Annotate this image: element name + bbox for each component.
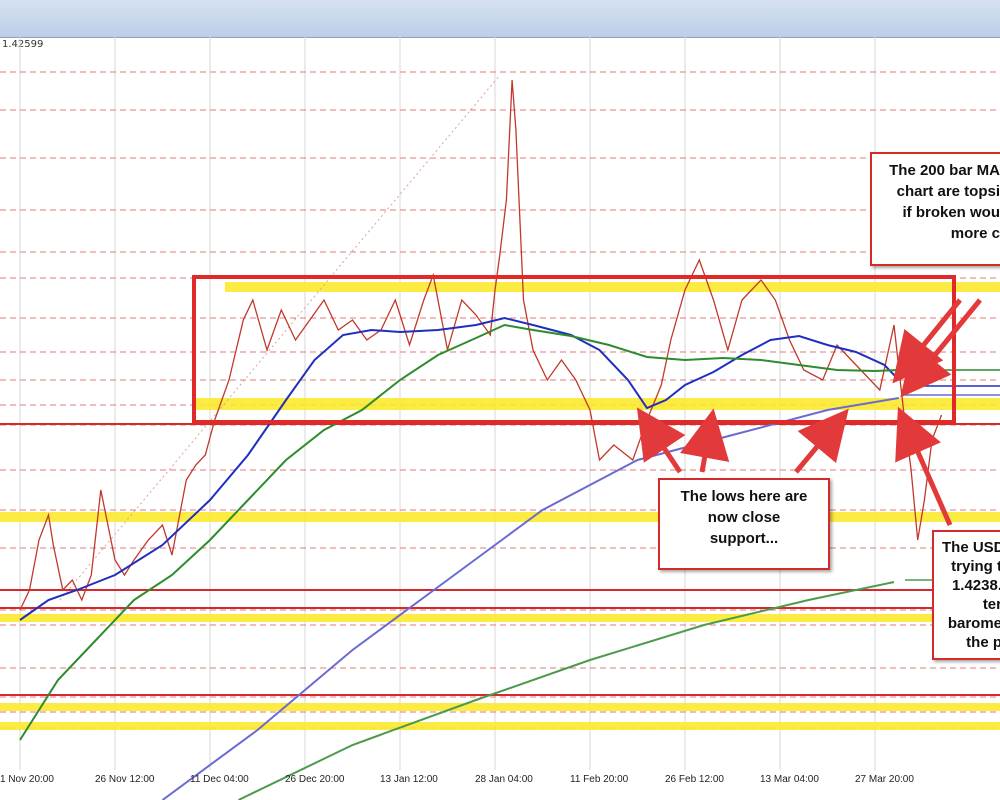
series-line [161, 397, 899, 800]
annotation-line: trying t [951, 558, 1000, 575]
x-axis-ticks: 1 Nov 20:00 26 Nov 12:00 11 Dec 04:00 26 De… [0, 774, 914, 785]
annotation-line: The USD [942, 539, 1000, 556]
support-resistance-zones [0, 74, 1000, 730]
annotation-200-bar-ma: The 200 bar MA chart are topsi if broken… [870, 152, 1000, 266]
x-tick-label: 27 Mar 20:00 [855, 774, 914, 785]
x-tick-label: 26 Feb 12:00 [665, 774, 724, 785]
yellow-zone [225, 282, 1000, 292]
x-tick-label: 11 Feb 20:00 [570, 774, 629, 785]
annotation-line: more c [950, 225, 1000, 242]
x-tick-label: 26 Nov 12:00 [95, 774, 155, 785]
annotation-usd-trying: The USD trying t 1.4238. ter barome the … [932, 530, 1000, 660]
annotation-line: the p [966, 634, 1000, 651]
annotation-line: The 200 bar MA [889, 162, 1000, 179]
yellow-zone [0, 703, 1000, 711]
x-tick-label: 11 Dec 04:00 [190, 774, 249, 785]
x-tick-label: 28 Jan 04:00 [475, 774, 533, 785]
price-chart[interactable]: 1 Nov 20:00 26 Nov 12:00 11 Dec 04:00 26 De… [0, 37, 1000, 800]
annotation-line: 1.4238. [951, 577, 1000, 594]
yellow-zone [0, 722, 1000, 730]
x-tick-label: 13 Jan 12:00 [380, 774, 438, 785]
price-series [19, 79, 943, 800]
window-title-bar [0, 0, 1000, 38]
annotation-lows-support: The lows here are now close support... [658, 478, 830, 570]
annotation-arrow [636, 407, 686, 474]
yellow-zone [0, 614, 1000, 622]
yellow-zone [195, 398, 1000, 410]
chart-window: 1.42599 1 Nov 20:00 26 Nov 12:00 11 Dec 04… [0, 0, 1000, 800]
x-tick-label: 26 Dec 20:00 [285, 774, 345, 785]
series-line [19, 316, 900, 621]
annotation-line: support... [709, 530, 779, 547]
annotation-line: barome [947, 615, 1000, 632]
annotation-line: ter [982, 596, 1000, 613]
x-tick-label: 13 Mar 04:00 [760, 774, 819, 785]
x-tick-label: 1 Nov 20:00 [0, 774, 54, 785]
annotation-arrow [794, 408, 849, 474]
yellow-zone [0, 512, 1000, 522]
annotation-line: if broken wou [902, 204, 1000, 221]
annotation-line: now close [707, 509, 781, 526]
annotation-line: chart are topsi [896, 183, 1000, 200]
annotation-line: The lows here are [680, 488, 808, 505]
annotation-arrow [680, 408, 730, 473]
